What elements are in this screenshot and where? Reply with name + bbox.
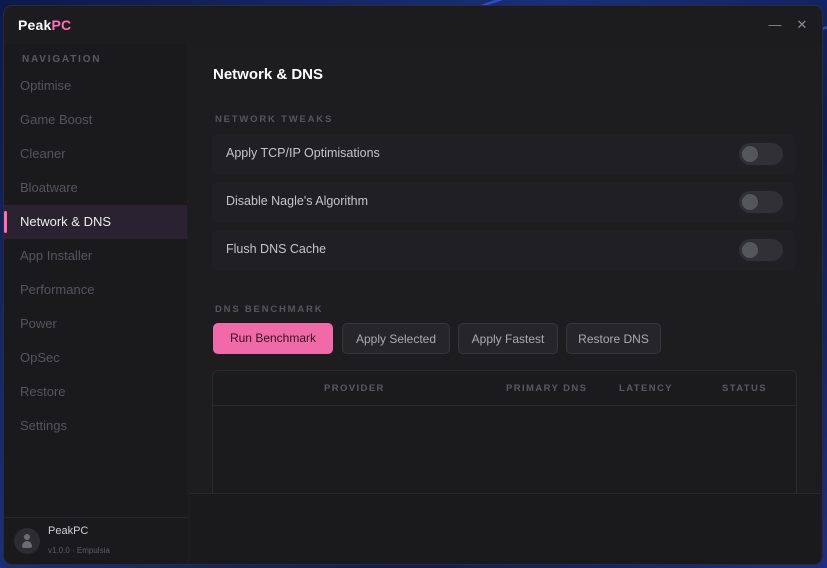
toggle-tcp-ip[interactable] (739, 143, 783, 165)
footer-app-name: PeakPC (48, 525, 89, 537)
sidebar-item-app-installer[interactable]: App Installer (4, 239, 187, 273)
sidebar-item-optimise[interactable]: Optimise (4, 69, 187, 103)
app-title: PeakPC (18, 17, 71, 33)
tweak-row-flush-dns: Flush DNS Cache (212, 230, 795, 270)
close-icon: ✕ (796, 17, 808, 32)
tweak-label: Apply TCP/IP Optimisations (226, 146, 380, 160)
page-title: Network & DNS (213, 66, 324, 83)
apply-fastest-button[interactable]: Apply Fastest (458, 323, 558, 354)
app-title-accent: PC (51, 17, 72, 33)
app-title-main: Peak (18, 17, 52, 33)
user-avatar-icon (14, 528, 40, 554)
column-latency: LATENCY (619, 383, 673, 394)
sidebar-item-network-dns[interactable]: Network & DNS (4, 205, 187, 239)
nav-heading: NAVIGATION (22, 54, 102, 65)
tweak-row-tcp-ip: Apply TCP/IP Optimisations (212, 134, 795, 174)
tweak-row-nagle: Disable Nagle's Algorithm (212, 182, 795, 222)
tweak-label: Flush DNS Cache (226, 242, 327, 256)
bottom-panel (190, 493, 820, 564)
sidebar-item-game-boost[interactable]: Game Boost (4, 103, 187, 137)
run-benchmark-button[interactable]: Run Benchmark (213, 323, 333, 354)
apply-selected-button[interactable]: Apply Selected (342, 323, 450, 354)
sidebar-item-bloatware[interactable]: Bloatware (4, 171, 187, 205)
sidebar-item-performance[interactable]: Performance (4, 273, 187, 307)
table-header: PROVIDER PRIMARY DNS LATENCY STATUS (213, 371, 796, 406)
sidebar-footer: PeakPC v1.0.0 · Empulsia (4, 517, 187, 564)
minimize-button[interactable]: — (765, 15, 785, 35)
titlebar: PeakPC — ✕ (4, 6, 822, 44)
restore-dns-button[interactable]: Restore DNS (566, 323, 661, 354)
footer-version: v1.0.0 · Empulsia (48, 546, 110, 555)
close-button[interactable]: ✕ (792, 15, 812, 35)
main-content: Network & DNS NETWORK TWEAKS Apply TCP/I… (187, 44, 822, 564)
sidebar-item-settings[interactable]: Settings (4, 409, 187, 443)
toggle-nagle[interactable] (739, 191, 783, 213)
sidebar-item-restore[interactable]: Restore (4, 375, 187, 409)
tweak-label: Disable Nagle's Algorithm (226, 194, 369, 208)
column-primary-dns: PRIMARY DNS (506, 383, 588, 394)
sidebar: NAVIGATION Optimise Game Boost Cleaner B… (4, 44, 187, 564)
app-window: PeakPC — ✕ NAVIGATION Optimise Game Boos… (4, 6, 822, 564)
toggle-flush-dns[interactable] (739, 239, 783, 261)
network-tweaks-heading: NETWORK TWEAKS (215, 114, 334, 125)
sidebar-item-opsec[interactable]: OpSec (4, 341, 187, 375)
column-status: STATUS (722, 383, 767, 394)
minimize-icon: — (768, 17, 782, 32)
sidebar-item-power[interactable]: Power (4, 307, 187, 341)
column-provider: PROVIDER (324, 383, 385, 394)
dns-benchmark-heading: DNS BENCHMARK (215, 304, 324, 315)
sidebar-item-cleaner[interactable]: Cleaner (4, 137, 187, 171)
